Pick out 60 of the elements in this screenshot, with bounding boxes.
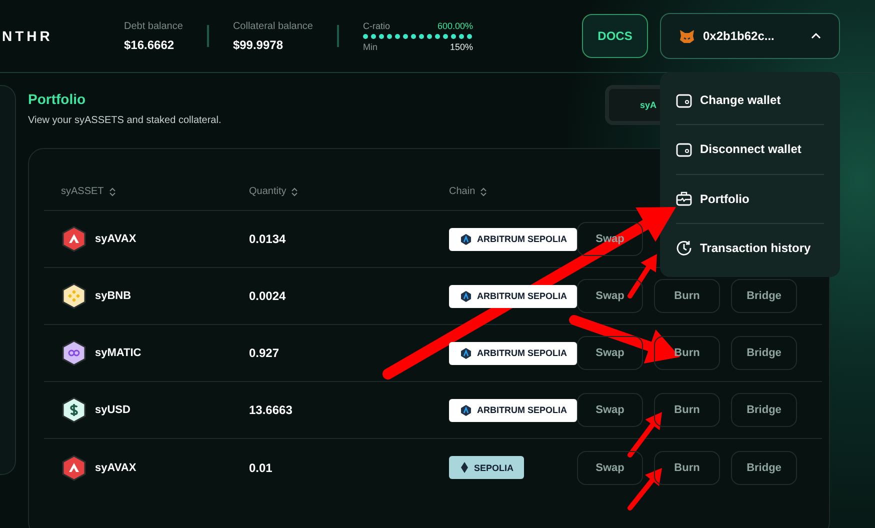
min-label: Min [363, 42, 378, 52]
action-button[interactable]: Swap [577, 279, 643, 313]
action-button[interactable]: Swap [577, 393, 643, 427]
action-button[interactable]: Swap [577, 336, 643, 370]
shield-icon [461, 404, 471, 416]
asset-name: syMATIC [95, 347, 142, 359]
action-button[interactable]: Swap [577, 450, 643, 484]
wallet-icon [676, 142, 692, 157]
quantity-cell-text: 0.01 [249, 460, 274, 474]
dollar-icon [61, 397, 87, 423]
chain-tag: SEPOLIA [449, 456, 524, 479]
stat-label: Debt balance [124, 20, 183, 32]
quantity-cell-text: 13.6663 [249, 403, 294, 417]
menu-item[interactable]: Portfolio [676, 174, 824, 224]
ratio-label: C-ratio [363, 20, 390, 30]
menu-item[interactable]: Transaction history [676, 224, 824, 273]
quantity-cell-text: 0.0134 [249, 232, 287, 246]
logo[interactable]: NTHR [0, 28, 124, 44]
column-header[interactable]: syASSET [61, 173, 249, 210]
wallet-icon [676, 92, 692, 108]
menu-item[interactable]: Change wallet [676, 76, 824, 126]
diamond-icon [461, 462, 468, 473]
sort-icon[interactable] [291, 186, 298, 196]
wallet-button[interactable]: 0x2b1b62c... [660, 13, 840, 59]
ratio-value: 600.00% [437, 20, 473, 30]
stat-label: Collateral balance [232, 20, 313, 32]
fox-icon [679, 28, 695, 44]
asset-name: syUSD [95, 404, 130, 416]
quantity-cell-text: 0.0024 [249, 289, 287, 303]
chain-tag: ARBITRUM SEPOLIA [449, 284, 577, 308]
action-button[interactable]: Bridge [731, 279, 797, 313]
action-button[interactable]: Bridge [731, 336, 797, 370]
min-value: 150% [450, 42, 473, 52]
docs-button[interactable]: DOCS [582, 14, 648, 58]
quantity-cell-text: 0.927 [249, 346, 280, 360]
chain-tag: ARBITRUM SEPOLIA [449, 228, 577, 250]
menu-item[interactable]: Disconnect wallet [676, 125, 824, 174]
stat-value: $16.6662 [124, 38, 176, 52]
column-header[interactable]: Quantity [249, 173, 449, 210]
shield-icon [461, 348, 471, 358]
briefcase-icon [676, 191, 692, 206]
asset-name: syAVAX [95, 462, 136, 474]
stat-value: $99.9978 [232, 38, 284, 52]
action-button[interactable]: Bridge [731, 450, 797, 484]
section-title: Portfolio [28, 91, 87, 107]
sort-icon[interactable] [480, 186, 488, 196]
history-icon [676, 240, 692, 256]
action-button[interactable]: Burn [654, 279, 720, 313]
shield-icon [461, 290, 471, 302]
section-subtitle: View your syASSETS and staked collateral. [28, 115, 222, 126]
chain-tag: ARBITRUM SEPOLIA [449, 342, 577, 364]
coin-icon [61, 283, 87, 309]
asset-name: syBNB [95, 290, 132, 302]
arrow [628, 412, 662, 458]
chain-tag: ARBITRUM SEPOLIA [449, 398, 577, 422]
asset-name: syAVAX [95, 233, 136, 245]
arrow [628, 468, 662, 510]
action-button[interactable]: Bridge [731, 393, 797, 427]
sort-icon[interactable] [108, 186, 116, 196]
shield-icon [461, 234, 471, 244]
